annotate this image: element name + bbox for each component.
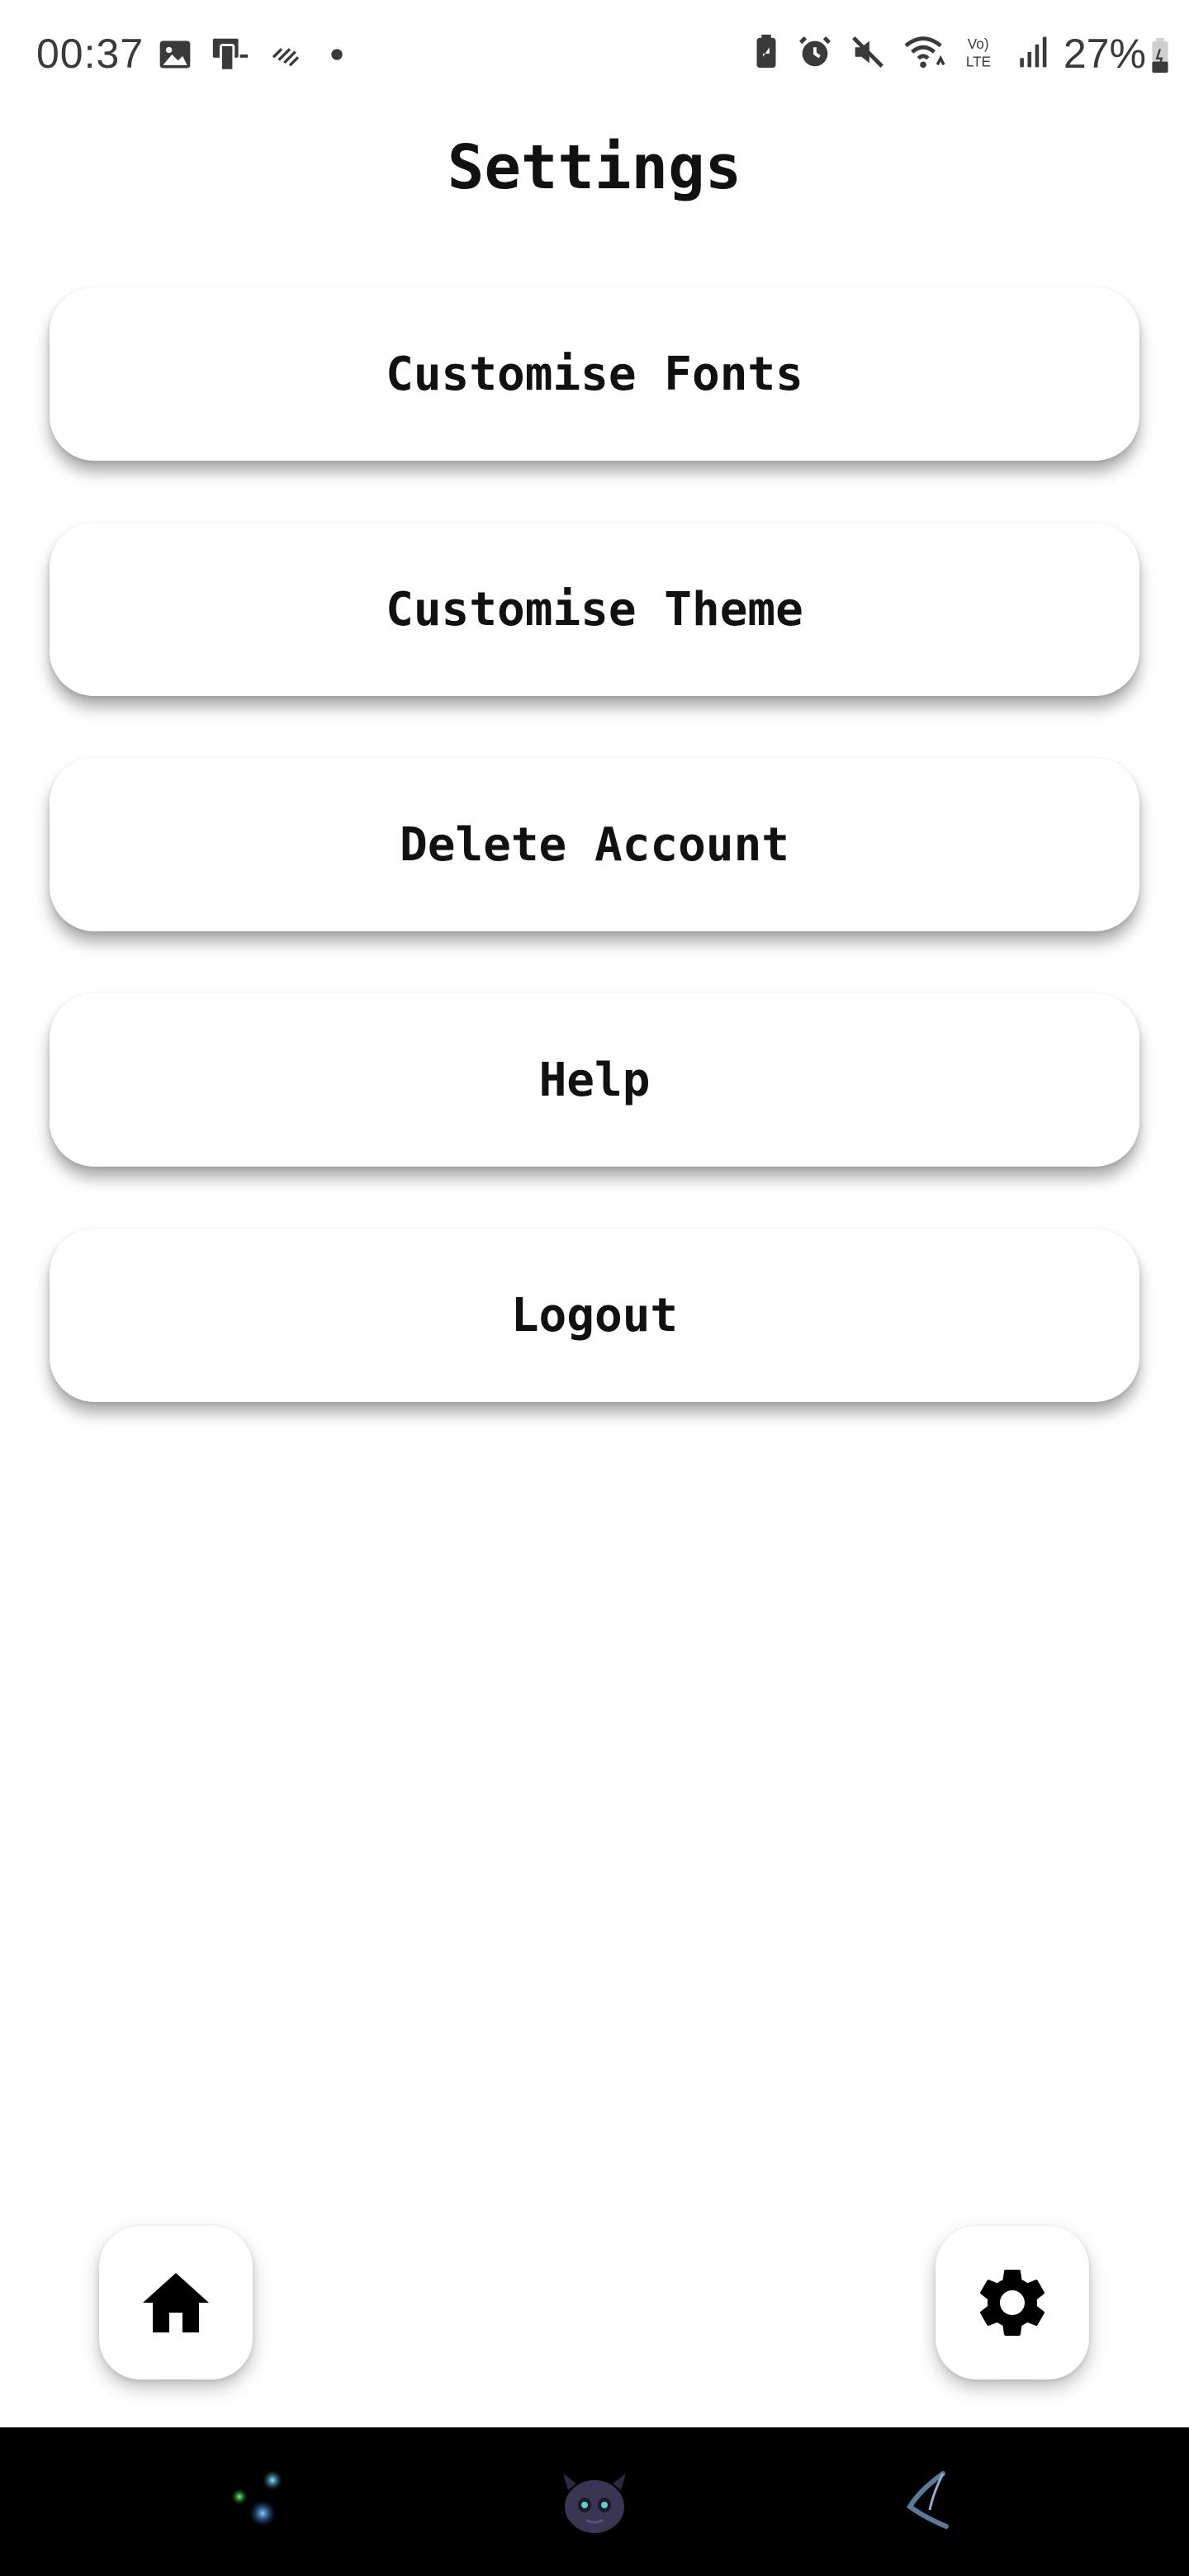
svg-text:Vo): Vo) — [968, 36, 989, 52]
system-nav-bar — [0, 2427, 1189, 2576]
wifi-icon — [904, 36, 945, 69]
status-left-icons — [157, 35, 353, 74]
svg-text:LTE: LTE — [966, 53, 991, 69]
logout-button[interactable]: Logout — [50, 1229, 1139, 1402]
status-right-icons: Vo) LTE — [751, 33, 1049, 71]
dot-icon — [331, 49, 343, 60]
home-icon — [143, 2273, 209, 2332]
system-home-button[interactable] — [553, 2460, 636, 2543]
battery-percent: 27% — [1063, 31, 1146, 77]
status-time: 00:37 — [36, 31, 144, 77]
customise-theme-button[interactable]: Customise Theme — [50, 523, 1139, 696]
recents-icon — [231, 2470, 282, 2526]
status-bar: 00:37 Vo) LTE 27% — [0, 0, 1189, 109]
sync-icon — [272, 48, 300, 67]
gallery-icon — [159, 40, 191, 69]
settings-list: Customise Fonts Customise Theme Delete A… — [50, 287, 1139, 1464]
volte-icon: Vo) LTE — [966, 36, 991, 69]
back-icon — [907, 2471, 949, 2529]
page-title: Settings — [447, 132, 742, 203]
signal-icon — [1020, 36, 1047, 68]
battery-saver-icon — [756, 34, 776, 69]
settings-screen: 00:37 Vo) LTE 27% Settings Customise Fon… — [0, 0, 1189, 2576]
back-button[interactable] — [887, 2460, 969, 2543]
help-button[interactable]: Help — [50, 993, 1139, 1167]
customise-fonts-button[interactable]: Customise Fonts — [50, 287, 1139, 461]
settings-button[interactable] — [936, 2226, 1089, 2379]
home-dragon-icon — [563, 2474, 626, 2533]
home-button[interactable] — [99, 2226, 253, 2379]
mute-icon — [852, 36, 883, 68]
battery-icon — [1152, 37, 1168, 73]
delete-account-button[interactable]: Delete Account — [50, 758, 1139, 931]
alarm-icon — [799, 36, 831, 67]
gear-icon — [980, 2270, 1045, 2336]
recents-button[interactable] — [223, 2460, 306, 2543]
phone-link-icon — [212, 38, 249, 72]
